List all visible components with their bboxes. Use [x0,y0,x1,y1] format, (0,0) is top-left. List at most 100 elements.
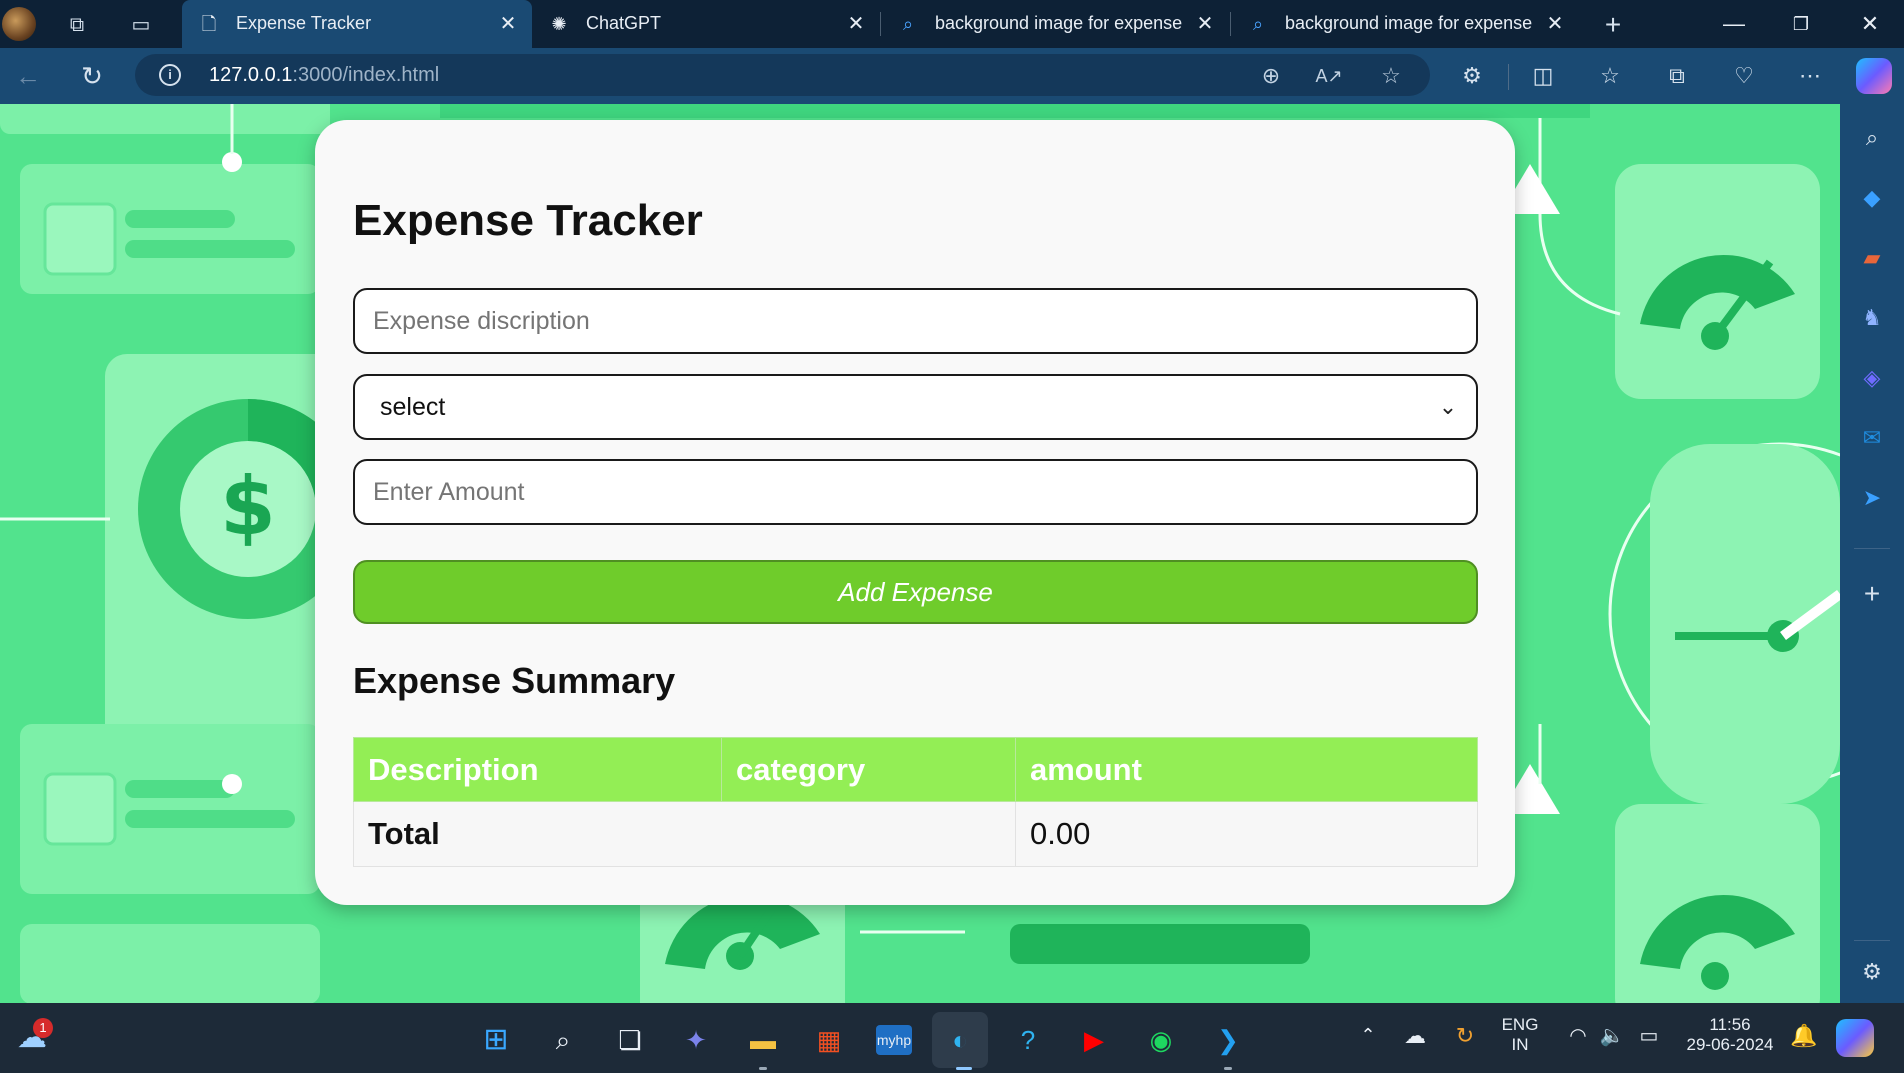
youtube-icon[interactable]: ▶ [1074,1020,1114,1060]
vscode-icon[interactable]: ❯ [1208,1020,1248,1060]
battery-icon[interactable]: ▭ [1634,1023,1664,1048]
teams-icon[interactable]: ✦ [676,1020,716,1060]
add-icon[interactable]: + [1856,578,1888,610]
microsoft-365-icon[interactable]: ◈ [1856,362,1888,394]
sidebar-separator [1854,940,1890,941]
settings-gear-icon[interactable]: ⚙ [1856,956,1888,988]
extensions-icon[interactable]: ⚙ [1456,60,1488,92]
language-indicator[interactable]: ENG IN [1496,1015,1544,1055]
edge-browser-icon[interactable]: ◐ [940,1020,980,1060]
chatgpt-icon: ✺ [551,14,567,34]
task-view-icon[interactable]: ❏ [610,1020,650,1060]
onedrive-cloud-icon[interactable]: ☁ [1400,1023,1430,1049]
toolbar-separator [1508,64,1509,90]
url-text: 127.0.0.1:3000/index.html [209,64,439,87]
search-icon[interactable]: ⌕ [543,1020,583,1060]
sync-icon[interactable]: ↻ [1450,1023,1480,1049]
tab-title: background image for expense [935,13,1183,33]
games-icon[interactable]: ♞ [1856,302,1888,334]
url-path: :3000/index.html [292,64,440,86]
tab-title: ChatGPT [586,13,662,33]
close-icon[interactable]: ✕ [1543,10,1567,38]
tab-search-2[interactable]: ⌕ background image for expense ✕ [1231,0,1579,48]
windows-start-icon[interactable]: ⊞ [476,1020,516,1060]
favorite-star-icon[interactable]: ☆ [1377,62,1405,90]
region-code: IN [1511,1035,1529,1054]
close-icon[interactable]: ✕ [496,10,520,38]
clock-date: 29-06-2024 [1686,1035,1774,1054]
category-select[interactable]: select ⌄ [353,374,1478,440]
volume-icon[interactable]: 🔈 [1598,1023,1626,1048]
split-screen-icon[interactable]: ◫ [1527,60,1559,92]
expense-summary-table: Description category amount Total 0.00 [353,737,1478,867]
send-icon[interactable]: ➤ [1856,482,1888,514]
address-bar: ← ↻ i 127.0.0.1:3000/index.html ⊕ A↗ ☆ ⚙… [0,48,1904,104]
edge-sidebar: ⌕ ◆ ▰ ♞ ◈ ✉ ➤ + ⚙ [1840,104,1904,1003]
shopping-tag-icon[interactable]: ◆ [1856,182,1888,214]
chevron-up-icon[interactable]: ⌃ [1356,1025,1380,1046]
page-viewport: $ Expense Tracker Expense discription se… [0,104,1840,1003]
add-expense-button[interactable]: Add Expense [353,560,1478,624]
new-tab-icon[interactable]: + [1598,10,1628,40]
more-options-icon[interactable]: ⋯ [1794,60,1826,92]
read-aloud-icon[interactable]: A↗ [1315,62,1343,90]
total-value: 0.00 [1015,801,1478,867]
favorites-icon[interactable]: ☆ [1594,60,1626,92]
zoom-icon[interactable]: ⊕ [1257,62,1285,90]
expense-description-input[interactable] [353,288,1478,354]
running-indicator [956,1067,972,1070]
clock[interactable]: 11:56 29-06-2024 [1680,1015,1780,1055]
profile-avatar[interactable] [2,7,36,41]
search-icon[interactable]: ⌕ [1856,122,1888,154]
search-icon: ⌕ [902,14,914,34]
workspaces-icon[interactable]: ⧉ [62,10,92,40]
refresh-icon[interactable]: ↻ [74,60,110,92]
outlook-icon[interactable]: ✉ [1856,422,1888,454]
tab-search-1[interactable]: ⌕ background image for expense ✕ [881,0,1229,48]
category-selected-value: select [380,392,446,421]
file-explorer-icon[interactable]: ▬ [743,1020,783,1060]
search-icon: ⌕ [1252,14,1264,34]
tab-chatgpt[interactable]: ✺ ChatGPT ✕ [532,0,880,48]
collections-icon[interactable]: ⧉ [1661,60,1693,92]
notification-bell-icon[interactable]: 🔔 [1790,1023,1818,1049]
back-arrow-icon[interactable]: ← [10,60,46,92]
tab-actions-icon[interactable]: ▭ [126,10,156,40]
tools-briefcase-icon[interactable]: ▰ [1856,242,1888,274]
column-header-amount: amount [1015,737,1478,802]
spotify-icon[interactable]: ◉ [1141,1020,1181,1060]
close-icon[interactable]: ✕ [1193,10,1217,38]
tab-title: Expense Tracker [236,13,372,33]
microsoft-store-icon[interactable]: ▦ [809,1020,849,1060]
windows-taskbar: ☁ 1 ⊞ ⌕ ❏ ✦ ▬ ▦ myhp ◐ ? ▶ ◉ ❯ ⌃ ☁ ↻ ENG… [0,1003,1904,1073]
restore-icon[interactable]: ❐ [1779,8,1823,40]
browser-essentials-icon[interactable]: ♡ [1728,60,1760,92]
chevron-down-icon: ⌄ [1438,394,1458,419]
wifi-icon[interactable]: ◠ [1564,1023,1592,1048]
get-help-icon[interactable]: ? [1008,1020,1048,1060]
running-indicator [759,1067,767,1070]
url-field[interactable]: i 127.0.0.1:3000/index.html ⊕ A↗ ☆ [135,54,1430,96]
window-close-icon[interactable]: ✕ [1848,8,1892,40]
copilot-taskbar-icon[interactable] [1836,1019,1874,1057]
total-label: Total [353,801,1016,867]
column-header-category: category [721,737,1016,802]
expense-tracker-card: Expense Tracker select ⌄ Add Expense Exp… [315,120,1515,905]
page-title: Expense Tracker [353,196,703,245]
copilot-icon[interactable] [1856,58,1892,94]
summary-title: Expense Summary [353,660,676,701]
tab-expense-tracker[interactable]: 🗋 Expense Tracker ✕ [182,0,532,48]
page-icon: 🗋 [201,14,217,34]
amount-input[interactable] [353,459,1478,525]
column-header-description: Description [353,737,722,802]
minimize-icon[interactable]: — [1712,8,1756,40]
table-header-row: Description category amount [353,737,1478,802]
site-info-icon[interactable]: i [159,64,181,86]
close-icon[interactable]: ✕ [844,10,868,38]
clock-time: 11:56 [1709,1015,1751,1034]
language-code: ENG [1501,1015,1539,1034]
myhp-icon[interactable]: myhp [876,1025,912,1055]
running-indicator [1224,1067,1232,1070]
url-host: 127.0.0.1 [209,64,293,86]
svg-text:$: $ [220,460,276,553]
